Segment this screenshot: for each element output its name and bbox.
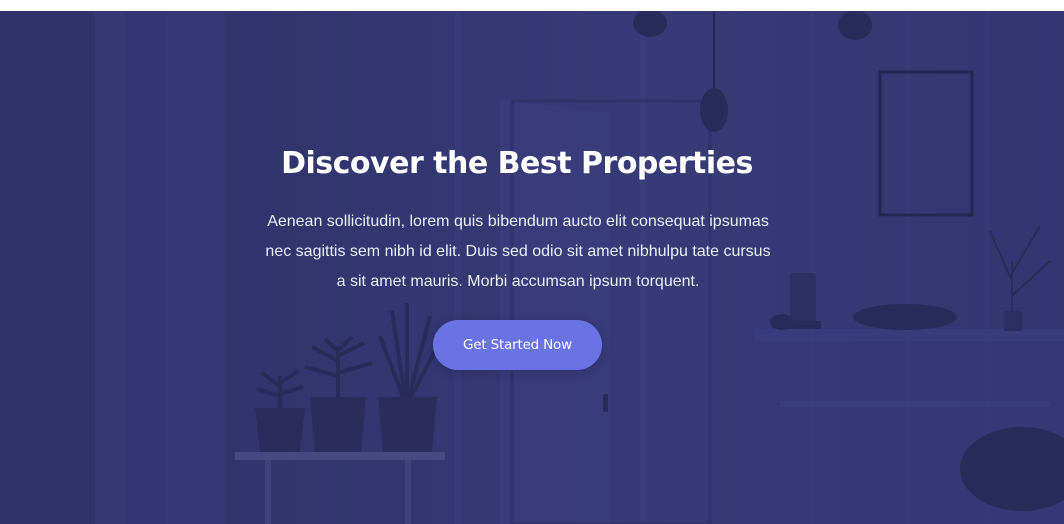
hero-description: Aenean sollicitudin, lorem quis bibendum… — [265, 213, 771, 290]
hero-title: Discover the Best Properties — [281, 146, 753, 181]
hero-section: Discover the Best Properties Aenean soll… — [0, 11, 1064, 524]
hero-content: Discover the Best Properties Aenean soll… — [0, 11, 1064, 524]
get-started-button[interactable]: Get Started Now — [433, 320, 602, 370]
